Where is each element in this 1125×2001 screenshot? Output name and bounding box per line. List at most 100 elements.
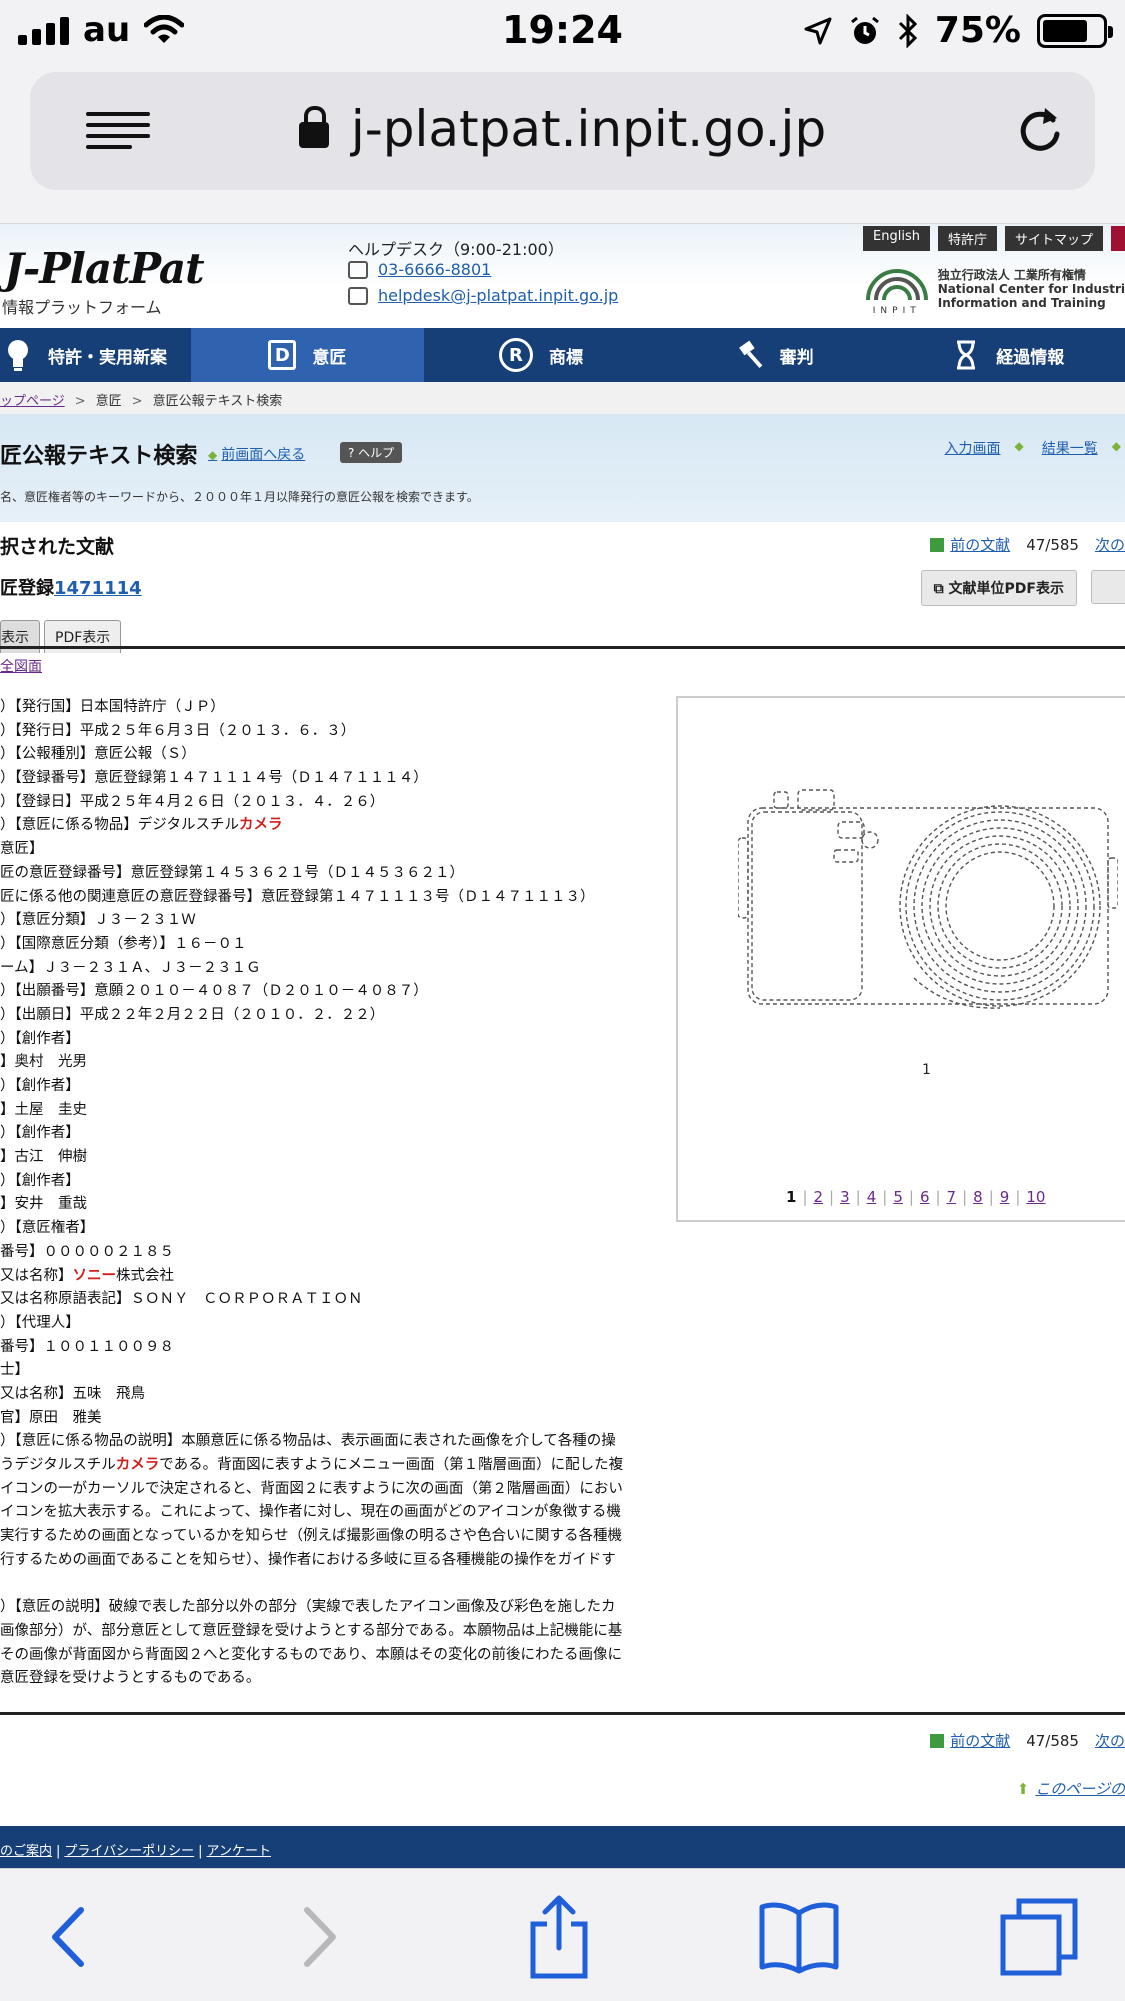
- bib-line: 又は名称原語表記】ＳＯＮＹ ＣＯＲＰＯＲＡＴＩＯＮ: [0, 1291, 363, 1308]
- document-position-bottom: 47/585: [1026, 1731, 1079, 1750]
- bib-line: 匠に係る他の関連意匠の意匠登録番号】意匠登録第１４７１１１３号（Ｄ１４７１１１３…: [0, 888, 595, 905]
- nav-progress[interactable]: 経過情報: [891, 328, 1125, 382]
- nav-trademark[interactable]: R 商標: [424, 328, 658, 382]
- address-bar[interactable]: j-platpat.inpit.go.jp: [30, 72, 1095, 190]
- phone-link[interactable]: 03-6666-8801: [378, 260, 491, 279]
- prev-arrow-icon: [930, 1734, 945, 1748]
- battery-icon: [1037, 13, 1113, 48]
- figure-page-5[interactable]: 5: [893, 1188, 903, 1206]
- bib-line: 行するための画面であることを知らせ）、操作者における多岐に亘る各種機能の操作をガ…: [0, 1551, 616, 1568]
- sitemap-link[interactable]: サイトマップ: [1004, 226, 1103, 251]
- document-pager-top: 前の文献 47/585 次の: [930, 534, 1125, 555]
- help-button[interactable]: ? ヘルプ: [340, 442, 403, 463]
- reload-icon[interactable]: [1015, 100, 1065, 160]
- figure-page-7[interactable]: 7: [947, 1188, 957, 1206]
- bib-line: 官】原田 雅美: [0, 1409, 102, 1426]
- page-top-link[interactable]: ⬆ このページの: [1017, 1778, 1125, 1799]
- nav-design-label: 意匠: [312, 347, 347, 368]
- nav-progress-label: 経過情報: [996, 347, 1065, 368]
- arrow-right-icon: [1015, 438, 1028, 458]
- bib-line: 又は名称】ソニー株式会社: [0, 1267, 174, 1284]
- nav-patent[interactable]: 特許・実用新案: [0, 328, 191, 382]
- footer-survey-link[interactable]: アンケート: [207, 1844, 271, 1859]
- page-separator: |: [935, 1188, 941, 1206]
- bib-line: うデジタルスチルカメラである。背面図に表すようにメニュー画面（第１階層画面）に配…: [0, 1457, 624, 1473]
- bib-line: ）【創作者】: [0, 1125, 80, 1142]
- figure-page-6[interactable]: 6: [920, 1188, 930, 1206]
- top-links: English 特許庁 サイトマップ: [863, 226, 1125, 251]
- registration-number-link[interactable]: 1471114: [54, 578, 142, 599]
- bib-line: 意匠登録を受けようとするものである。: [0, 1670, 261, 1687]
- bib-line: ）【創作者】: [0, 1030, 80, 1047]
- footer-guide-link[interactable]: のご案内: [0, 1844, 52, 1859]
- bib-line: ）【意匠分類】Ｊ３－２３１Ｗ: [0, 912, 196, 929]
- bib-line: ）【代理人】: [0, 1314, 80, 1331]
- phone-icon: [348, 260, 368, 279]
- nav-trial[interactable]: 審判: [658, 328, 892, 382]
- inpit-logo[interactable]: INPIT 独立行政法人 工業所有権情 National Center for …: [864, 264, 1125, 316]
- location-arrow-icon: [804, 17, 832, 44]
- back-button[interactable]: [24, 1897, 114, 1977]
- bib-line: ）【意匠に係る物品】デジタルスチルカメラ: [0, 817, 283, 834]
- figure-page-3[interactable]: 3: [840, 1188, 850, 1206]
- forward-button[interactable]: [274, 1897, 364, 1977]
- page-separator: |: [829, 1188, 835, 1206]
- page-top-label[interactable]: このページの: [1035, 1780, 1125, 1798]
- top-link-partial[interactable]: [1111, 226, 1125, 251]
- bib-line: ）【発行日】平成２５年６月３日（２０１３．６．３）: [0, 722, 356, 739]
- back-to-previous-link[interactable]: 前画面へ戻る: [208, 444, 305, 464]
- breadcrumb-top[interactable]: ップページ: [0, 394, 65, 409]
- title-banner: 匠公報テキスト検索 前画面へ戻る ? ヘルプ 入力画面 結果一覧 名、意匠権者等…: [0, 414, 1125, 522]
- arrow-right-icon: [1112, 438, 1125, 458]
- browser-chrome: j-platpat.inpit.go.jp: [0, 62, 1125, 224]
- jpo-link[interactable]: 特許庁: [937, 226, 997, 251]
- figure-page-9[interactable]: 9: [1000, 1188, 1010, 1206]
- site-logo[interactable]: J-PlatPat: [4, 244, 205, 293]
- lock-icon: [298, 106, 329, 148]
- selected-document-title: 択された文献: [0, 536, 115, 558]
- chevron-left-icon: [52, 1907, 84, 1967]
- bib-line: その画像が背面図から背面図２へと変化するものであり、本願はその変化の前後にわたる…: [0, 1646, 623, 1663]
- next-document-link[interactable]: 次の: [1095, 534, 1125, 555]
- share-button[interactable]: [514, 1895, 604, 1979]
- breadcrumb-design: 意匠: [95, 394, 122, 409]
- result-list-link[interactable]: 結果一覧: [1042, 438, 1098, 458]
- figure-page-8[interactable]: 8: [973, 1188, 983, 1206]
- hourglass-icon: [952, 340, 980, 370]
- book-icon: [759, 1902, 839, 1974]
- figure-page-10[interactable]: 10: [1026, 1188, 1045, 1206]
- secondary-pdf-button[interactable]: [1091, 570, 1125, 604]
- all-figures-link[interactable]: 全図面: [0, 656, 42, 676]
- banner-description: 名、意匠権者等のキーワードから、２０００年１月以降発行の意匠公報を検索できます。: [0, 490, 479, 504]
- mail-icon: [348, 286, 368, 305]
- prev-document-link-bottom[interactable]: 前の文献: [950, 1732, 1010, 1750]
- bib-line: ）【意匠権者】: [0, 1220, 95, 1237]
- site-logo-subtitle: 情報プラットフォーム: [2, 298, 162, 317]
- gavel-icon: [736, 340, 764, 370]
- prev-document-link[interactable]: 前の文献: [950, 536, 1010, 554]
- breadcrumb-separator: >: [74, 394, 86, 409]
- next-document-link-bottom[interactable]: 次の: [1095, 1730, 1125, 1751]
- browser-toolbar: [0, 1868, 1125, 2001]
- helpdesk-label: ヘルプデスク（9:00-21:00）: [348, 240, 564, 259]
- input-screen-link[interactable]: 入力画面: [945, 438, 1001, 458]
- email-link[interactable]: helpdesk@j-platpat.inpit.go.jp: [378, 286, 618, 305]
- figure-page-2[interactable]: 2: [814, 1188, 824, 1206]
- status-bar: au 19:24 75%: [0, 0, 1125, 62]
- tabs-button[interactable]: [994, 1897, 1084, 1977]
- camera-drawing-image[interactable]: [738, 778, 1118, 1028]
- bookmarks-button[interactable]: [754, 1897, 844, 1977]
- bib-line: ）【意匠に係る物品の説明】本願意匠に係る物品は、表示画面に表された画像を介して各…: [0, 1433, 616, 1450]
- footer-privacy-link[interactable]: プライバシーポリシー: [64, 1844, 194, 1859]
- nav-design[interactable]: D 意匠: [190, 328, 425, 382]
- bib-line: ）【登録日】平成２５年４月２６日（２０１３．４．２６）: [0, 793, 385, 810]
- bib-line: 】奥村 光男: [0, 1054, 87, 1071]
- breadcrumb: ップページ > 意匠 > 意匠公報テキスト検索: [0, 382, 1125, 414]
- bib-line: 士】: [0, 1362, 29, 1379]
- bib-line: ）【創作者】: [0, 1078, 80, 1094]
- english-link[interactable]: English: [863, 226, 930, 251]
- pdf-display-button[interactable]: ⧉ 文献単位PDF表示: [920, 570, 1077, 606]
- figure-page-4[interactable]: 4: [867, 1188, 877, 1206]
- nav-patent-label: 特許・実用新案: [48, 347, 167, 368]
- r-icon: R: [498, 338, 533, 372]
